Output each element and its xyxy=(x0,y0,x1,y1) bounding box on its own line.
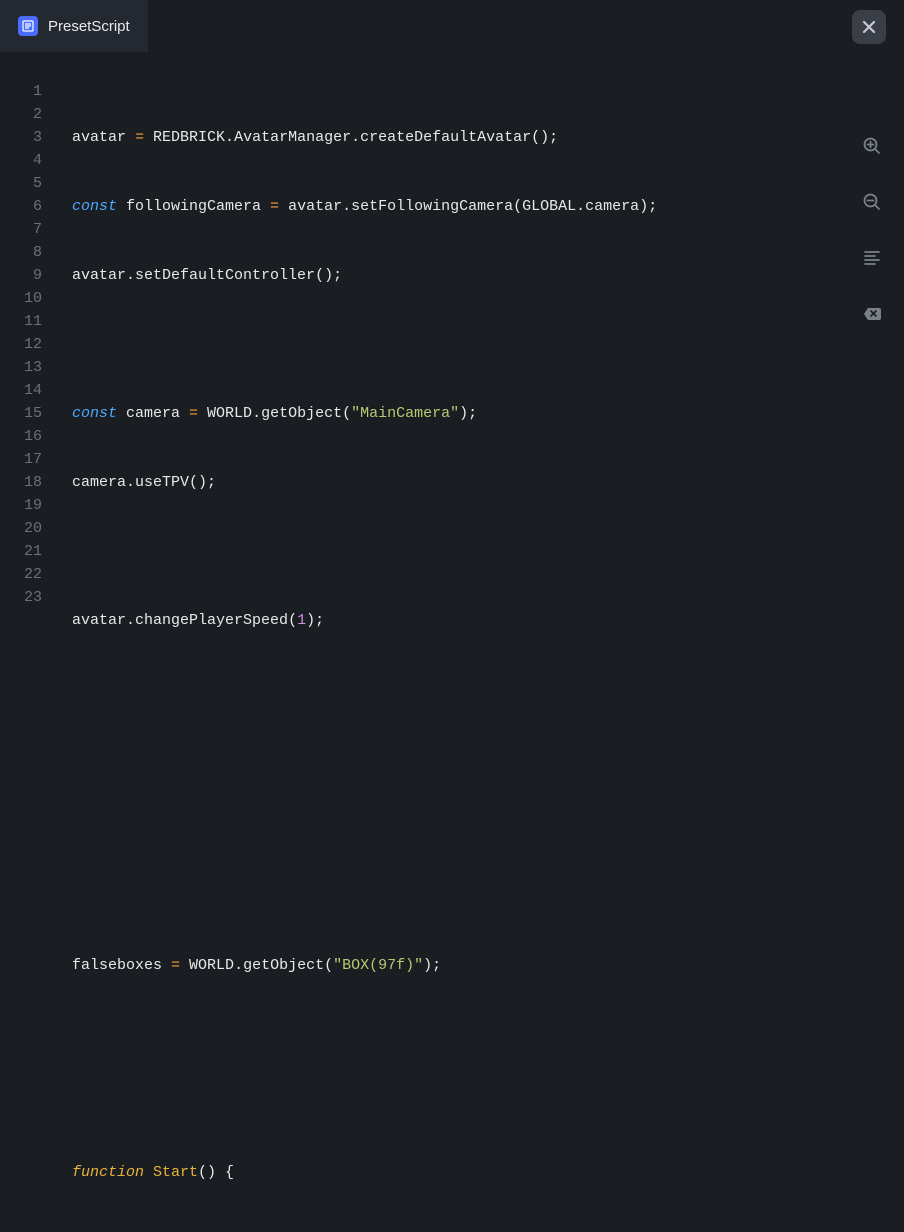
zoom-out-icon xyxy=(862,192,882,212)
code-line: avatar.changePlayerSpeed(1); xyxy=(72,609,904,632)
code-line xyxy=(72,1092,904,1115)
close-button[interactable] xyxy=(852,10,886,44)
code-line xyxy=(72,747,904,770)
code-area[interactable]: avatar = REDBRICK.AvatarManager.createDe… xyxy=(50,52,904,616)
code-line xyxy=(72,333,904,356)
code-line xyxy=(72,885,904,908)
line-number: 22 xyxy=(0,563,50,586)
line-number: 18 xyxy=(0,471,50,494)
zoom-in-icon xyxy=(862,136,882,156)
line-number: 8 xyxy=(0,241,50,264)
code-line xyxy=(72,816,904,839)
code-line: const followingCamera = avatar.setFollow… xyxy=(72,195,904,218)
line-number: 4 xyxy=(0,149,50,172)
line-number: 3 xyxy=(0,126,50,149)
line-gutter: 1 2 3 4 5 6 7 8 9 10 11 12 13 14 15 16 1… xyxy=(0,52,50,616)
line-number: 10 xyxy=(0,287,50,310)
line-number: 13 xyxy=(0,356,50,379)
code-line: avatar.setDefaultController(); xyxy=(72,264,904,287)
line-number: 23 xyxy=(0,586,50,609)
file-tab[interactable]: PresetScript xyxy=(0,0,148,52)
code-line xyxy=(72,1023,904,1046)
code-line: camera.useTPV(); xyxy=(72,471,904,494)
format-button[interactable] xyxy=(858,244,886,272)
code-line: avatar = REDBRICK.AvatarManager.createDe… xyxy=(72,126,904,149)
delete-button[interactable] xyxy=(858,300,886,328)
line-number: 21 xyxy=(0,540,50,563)
script-file-icon xyxy=(18,16,38,36)
line-number: 11 xyxy=(0,310,50,333)
line-number: 1 xyxy=(0,80,50,103)
line-number: 9 xyxy=(0,264,50,287)
line-number: 2 xyxy=(0,103,50,126)
code-line: falseboxes.onCollide(PLAYER, () => { xyxy=(72,1230,904,1232)
line-number: 14 xyxy=(0,379,50,402)
code-line: falseboxes = WORLD.getObject("BOX(97f)")… xyxy=(72,954,904,977)
code-line xyxy=(72,678,904,701)
line-number: 17 xyxy=(0,448,50,471)
code-line: function Start() { xyxy=(72,1161,904,1184)
line-number: 20 xyxy=(0,517,50,540)
line-number: 5 xyxy=(0,172,50,195)
line-number: 16 xyxy=(0,425,50,448)
close-icon xyxy=(862,20,876,34)
line-number: 15 xyxy=(0,402,50,425)
code-line xyxy=(72,540,904,563)
title-bar: PresetScript xyxy=(0,0,904,52)
zoom-in-button[interactable] xyxy=(858,132,886,160)
tab-title: PresetScript xyxy=(48,18,130,35)
editor[interactable]: 1 2 3 4 5 6 7 8 9 10 11 12 13 14 15 16 1… xyxy=(0,52,904,616)
backspace-icon xyxy=(862,304,882,324)
align-left-icon xyxy=(862,248,882,268)
zoom-out-button[interactable] xyxy=(858,188,886,216)
line-number: 12 xyxy=(0,333,50,356)
code-line: const camera = WORLD.getObject("MainCame… xyxy=(72,402,904,425)
editor-side-tools xyxy=(852,132,892,328)
line-number: 7 xyxy=(0,218,50,241)
line-number: 6 xyxy=(0,195,50,218)
line-number: 19 xyxy=(0,494,50,517)
